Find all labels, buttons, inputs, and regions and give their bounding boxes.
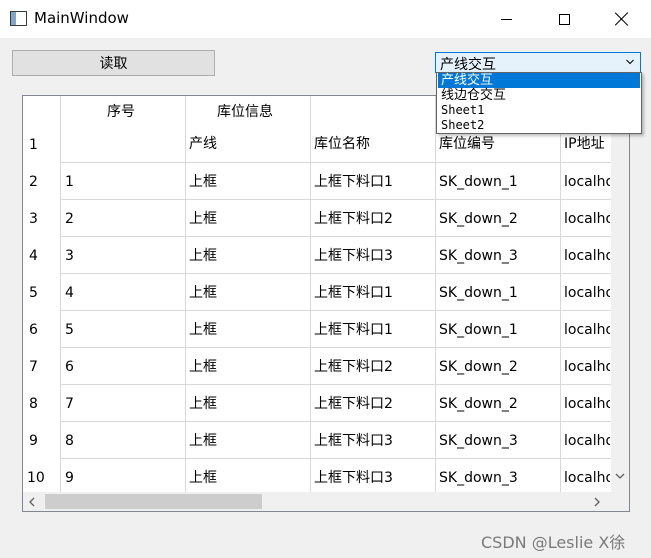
row-cell-line[interactable]: 上框 (189, 395, 217, 413)
data-table[interactable]: 序号 库位信息 产线 库位名称 库位编号 IP地址 1 2 3 4 5 6 7 8 9 10 1 上框… (22, 95, 630, 512)
row-header[interactable]: 6 (29, 321, 38, 339)
close-icon (615, 12, 629, 26)
row-cell-location-code[interactable]: SK_down_2 (439, 358, 518, 376)
row-cell-ip[interactable]: localhost (564, 358, 610, 376)
row-cell-line[interactable]: 上框 (189, 469, 217, 487)
dropdown-option[interactable]: Sheet1 (438, 103, 640, 118)
row-cell-location-name[interactable]: 上框下料口3 (314, 432, 393, 450)
row-cell-index[interactable]: 6 (65, 358, 74, 376)
row-cell-location-code[interactable]: SK_down_1 (439, 321, 518, 339)
row-cell-index[interactable]: 9 (65, 469, 74, 487)
row-header[interactable]: 8 (29, 395, 38, 413)
chevron-left-icon[interactable] (28, 497, 36, 507)
row-cell-location-code[interactable]: SK_down_2 (439, 395, 518, 413)
close-button[interactable] (593, 0, 651, 38)
app-window-icon (10, 11, 27, 26)
row-header[interactable]: 10 (27, 469, 45, 487)
subheader-cell-ip: IP地址 (564, 136, 605, 152)
vertical-scrollbar[interactable] (611, 96, 629, 492)
sheet-dropdown-list[interactable]: 产线交互 线边仓交互 Sheet1 Sheet2 (436, 72, 642, 134)
maximize-icon (558, 13, 570, 25)
sheet-combobox[interactable]: 产线交互 (435, 52, 641, 73)
row-cell-line[interactable]: 上框 (189, 173, 217, 191)
table-grid[interactable]: 序号 库位信息 产线 库位名称 库位编号 IP地址 1 2 3 4 5 6 7 8 9 10 1 上框… (23, 96, 611, 492)
row-cell-location-name[interactable]: 上框下料口1 (314, 321, 393, 339)
row-cell-ip[interactable]: localhost (564, 395, 610, 413)
row-cell-location-code[interactable]: SK_down_3 (439, 469, 518, 487)
horizontal-scrollbar[interactable] (23, 492, 611, 511)
row-header[interactable]: 4 (29, 247, 38, 265)
row-cell-ip[interactable]: localhost (564, 432, 610, 450)
row-cell-line[interactable]: 上框 (189, 358, 217, 376)
maximize-button[interactable] (535, 0, 593, 38)
row-cell-location-name[interactable]: 上框下料口1 (314, 284, 393, 302)
row-header[interactable]: 7 (29, 358, 38, 376)
row-cell-index[interactable]: 4 (65, 284, 74, 302)
watermark: CSDN @Leslie X徐 (481, 533, 626, 552)
row-cell-line[interactable]: 上框 (189, 284, 217, 302)
chevron-down-icon[interactable] (615, 472, 625, 480)
row-cell-location-name[interactable]: 上框下料口2 (314, 358, 393, 376)
row-cell-location-name[interactable]: 上框下料口3 (314, 469, 393, 487)
row-cell-ip[interactable]: localhost (564, 247, 610, 265)
row-cell-line[interactable]: 上框 (189, 321, 217, 339)
scrollbar-corner (611, 492, 629, 511)
row-header[interactable]: 9 (29, 432, 38, 450)
subheader-cell-location-name: 库位名称 (314, 136, 370, 152)
horizontal-scroll-thumb[interactable] (45, 494, 262, 509)
row-cell-location-code[interactable]: SK_down_1 (439, 173, 518, 191)
row-cell-location-name[interactable]: 上框下料口2 (314, 395, 393, 413)
row-cell-location-code[interactable]: SK_down_3 (439, 432, 518, 450)
minimize-button[interactable] (477, 0, 535, 38)
row-cell-location-name[interactable]: 上框下料口1 (314, 173, 393, 191)
combobox-value: 产线交互 (440, 57, 496, 73)
dropdown-option[interactable]: 线边仓交互 (438, 88, 640, 103)
row-cell-ip[interactable]: localhost (564, 284, 610, 302)
dropdown-option[interactable]: Sheet2 (438, 118, 640, 133)
row-header[interactable]: 5 (29, 284, 38, 302)
chevron-right-icon[interactable] (593, 497, 601, 507)
row-cell-ip[interactable]: localhost (564, 321, 610, 339)
row-cell-line[interactable]: 上框 (189, 247, 217, 265)
row-cell-index[interactable]: 7 (65, 395, 74, 413)
row-cell-location-code[interactable]: SK_down_2 (439, 210, 518, 228)
window-title: MainWindow (34, 9, 129, 27)
row-cell-index[interactable]: 3 (65, 247, 74, 265)
row-cell-location-name[interactable]: 上框下料口3 (314, 247, 393, 265)
row-header[interactable]: 2 (29, 173, 38, 191)
dropdown-option[interactable]: 产线交互 (438, 73, 640, 88)
row-cell-location-code[interactable]: SK_down_3 (439, 247, 518, 265)
subheader-cell-line: 产线 (189, 136, 217, 152)
row-cell-index[interactable]: 8 (65, 432, 74, 450)
minimize-icon (500, 18, 512, 20)
row-cell-ip[interactable]: localhost (564, 173, 610, 191)
row-cell-ip[interactable]: localhost (564, 210, 610, 228)
row-cell-location-code[interactable]: SK_down_1 (439, 284, 518, 302)
row-cell-line[interactable]: 上框 (189, 210, 217, 228)
header-cell-index: 序号 (107, 104, 135, 120)
row-cell-index[interactable]: 1 (65, 173, 74, 191)
header-cell-location-info: 库位信息 (217, 104, 273, 120)
chevron-down-icon (626, 59, 634, 65)
row-cell-location-name[interactable]: 上框下料口2 (314, 210, 393, 228)
row-header[interactable]: 1 (29, 136, 38, 154)
row-cell-index[interactable]: 2 (65, 210, 74, 228)
row-cell-index[interactable]: 5 (65, 321, 74, 339)
subheader-cell-location-code: 库位编号 (439, 136, 495, 152)
row-header[interactable]: 3 (29, 210, 38, 228)
read-button[interactable]: 读取 (12, 50, 215, 76)
row-cell-ip[interactable]: localhost (564, 469, 610, 487)
row-cell-line[interactable]: 上框 (189, 432, 217, 450)
title-bar[interactable]: MainWindow (0, 0, 651, 38)
